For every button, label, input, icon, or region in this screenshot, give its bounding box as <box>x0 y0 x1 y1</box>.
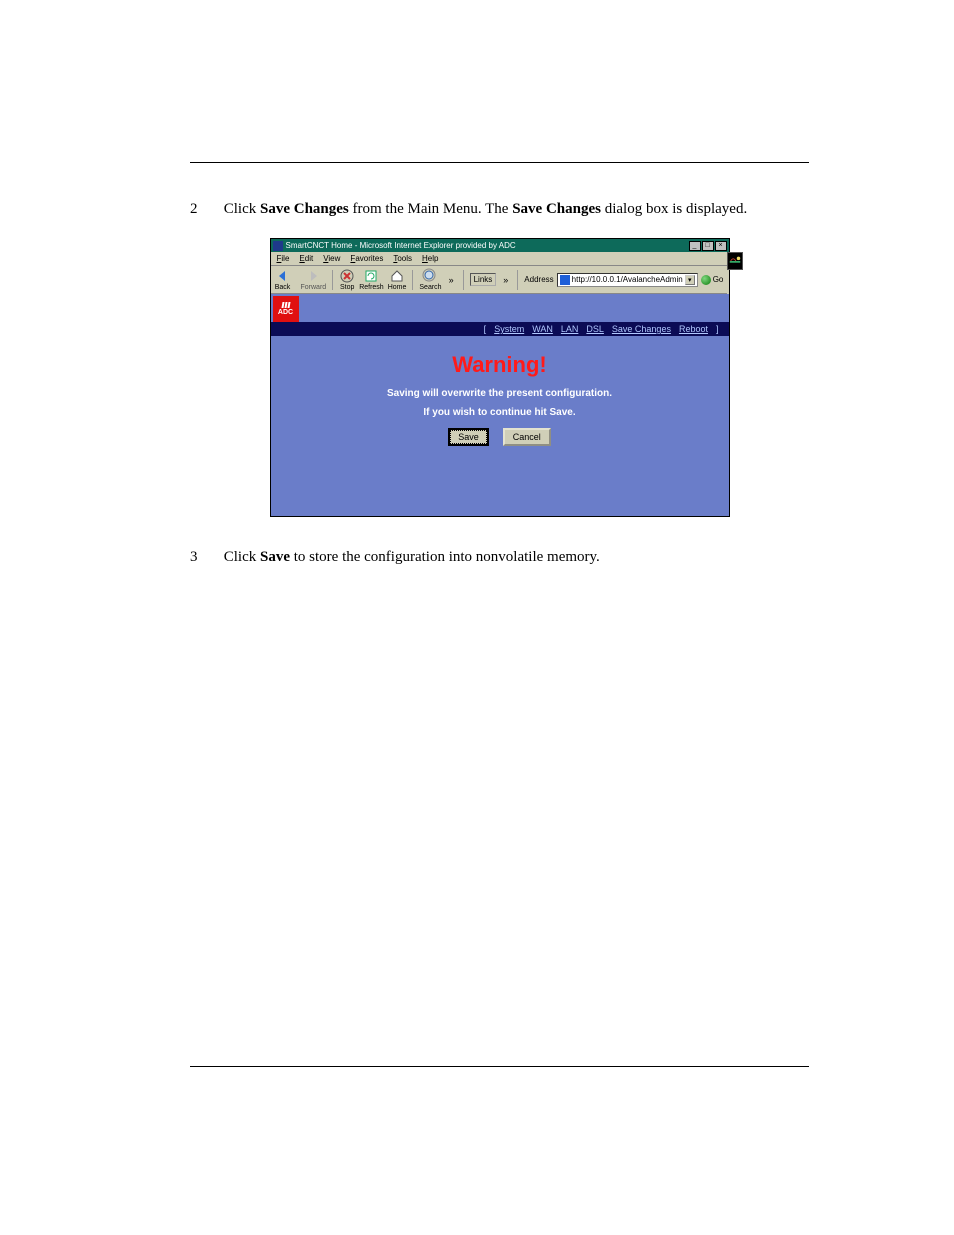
step-3-number: 3 <box>190 549 220 566</box>
links-overflow[interactable]: » <box>500 275 511 285</box>
adc-logo: ADC <box>273 296 299 322</box>
step-3-bold: Save <box>260 549 290 565</box>
step-2-bold-1: Save Changes <box>260 201 349 217</box>
step-2-text-a: Click <box>224 201 260 217</box>
menu-help[interactable]: Help <box>422 254 438 263</box>
separator <box>517 270 518 290</box>
top-rule <box>190 162 809 163</box>
logo-bar: ADC <box>271 294 729 322</box>
nav-bar: [ System WAN LAN DSL Save Changes Reboot… <box>271 322 729 336</box>
bottom-rule <box>190 1066 809 1067</box>
cancel-button[interactable]: Cancel <box>503 428 551 446</box>
step-2-number: 2 <box>190 201 220 218</box>
step-2-bold-2: Save Changes <box>512 201 601 217</box>
go-button[interactable]: Go <box>701 275 724 285</box>
home-button[interactable]: Home <box>388 269 407 291</box>
warning-line-2: If you wish to continue hit Save. <box>283 407 717 418</box>
minimize-button[interactable]: _ <box>689 241 701 251</box>
document-page: 2 Click Save Changes from the Main Menu.… <box>0 0 954 1000</box>
nav-wan[interactable]: WAN <box>532 324 553 334</box>
links-dropdown[interactable]: Links <box>470 273 497 286</box>
page-icon <box>560 275 570 285</box>
menu-file[interactable]: File <box>277 254 290 263</box>
menu-favorites[interactable]: Favorites <box>350 254 383 263</box>
step-2-text-c: dialog box is displayed. <box>601 201 747 217</box>
nav-lan[interactable]: LAN <box>561 324 579 334</box>
dialog-content: Warning! Saving will overwrite the prese… <box>271 336 729 516</box>
window-buttons: _ □ × <box>689 241 727 251</box>
menu-edit[interactable]: Edit <box>299 254 313 263</box>
separator <box>412 270 413 290</box>
separator <box>332 270 333 290</box>
step-2-text-b: from the Main Menu. The <box>349 201 512 217</box>
nav-dsl[interactable]: DSL <box>586 324 604 334</box>
throbber <box>727 252 743 270</box>
ie-icon <box>273 241 283 251</box>
address-label: Address <box>524 275 553 284</box>
forward-button[interactable]: Forward <box>301 269 327 291</box>
search-button[interactable]: Search <box>419 269 441 291</box>
toolbar: Back Forward Stop Refresh <box>271 266 728 294</box>
stop-label: Stop <box>340 284 354 291</box>
stop-icon <box>339 269 355 283</box>
browser-window: SmartCNCT Home - Microsoft Internet Expl… <box>270 238 730 517</box>
go-icon <box>701 275 711 285</box>
menu-view[interactable]: View <box>323 254 340 263</box>
back-icon <box>275 269 291 283</box>
menubar: File Edit View Favorites Tools Help <box>271 252 728 266</box>
save-button[interactable]: Save <box>448 428 489 446</box>
titlebar: SmartCNCT Home - Microsoft Internet Expl… <box>271 239 729 252</box>
warning-line-1: Saving will overwrite the present config… <box>283 388 717 399</box>
warning-heading: Warning! <box>283 352 717 378</box>
window-title: SmartCNCT Home - Microsoft Internet Expl… <box>286 241 516 250</box>
step-3-text-b: to store the configuration into nonvolat… <box>290 549 600 565</box>
close-button[interactable]: × <box>715 241 727 251</box>
nav-bracket-open: [ <box>484 324 487 334</box>
nav-system[interactable]: System <box>494 324 524 334</box>
forward-icon <box>305 269 321 283</box>
step-3-text-a: Click <box>224 549 260 565</box>
address-url: http://10.0.0.1/AvalancheAdmin <box>572 275 683 284</box>
home-icon <box>389 269 405 283</box>
separator <box>463 270 464 290</box>
search-icon <box>422 269 438 283</box>
forward-label: Forward <box>301 284 327 291</box>
address-bar[interactable]: http://10.0.0.1/AvalancheAdmin ▾ <box>557 273 698 287</box>
refresh-button[interactable]: Refresh <box>359 269 384 291</box>
links-label: Links <box>474 275 493 284</box>
logo-text: ADC <box>278 309 293 316</box>
nav-bracket-close: ] <box>716 324 719 334</box>
maximize-button[interactable]: □ <box>702 241 714 251</box>
step-3: 3 Click Save to store the configuration … <box>190 549 809 566</box>
address-dropdown[interactable]: ▾ <box>685 275 695 285</box>
menu-tools[interactable]: Tools <box>393 254 412 263</box>
go-label: Go <box>713 275 724 284</box>
search-label: Search <box>419 284 441 291</box>
back-label: Back <box>275 284 291 291</box>
refresh-icon <box>363 269 379 283</box>
nav-reboot[interactable]: Reboot <box>679 324 708 334</box>
nav-save-changes[interactable]: Save Changes <box>612 324 671 334</box>
refresh-label: Refresh <box>359 284 384 291</box>
stop-button[interactable]: Stop <box>339 269 355 291</box>
toolbar-overflow[interactable]: » <box>446 275 457 285</box>
home-label: Home <box>388 284 407 291</box>
step-2: 2 Click Save Changes from the Main Menu.… <box>190 201 809 218</box>
back-button[interactable]: Back <box>275 269 291 291</box>
